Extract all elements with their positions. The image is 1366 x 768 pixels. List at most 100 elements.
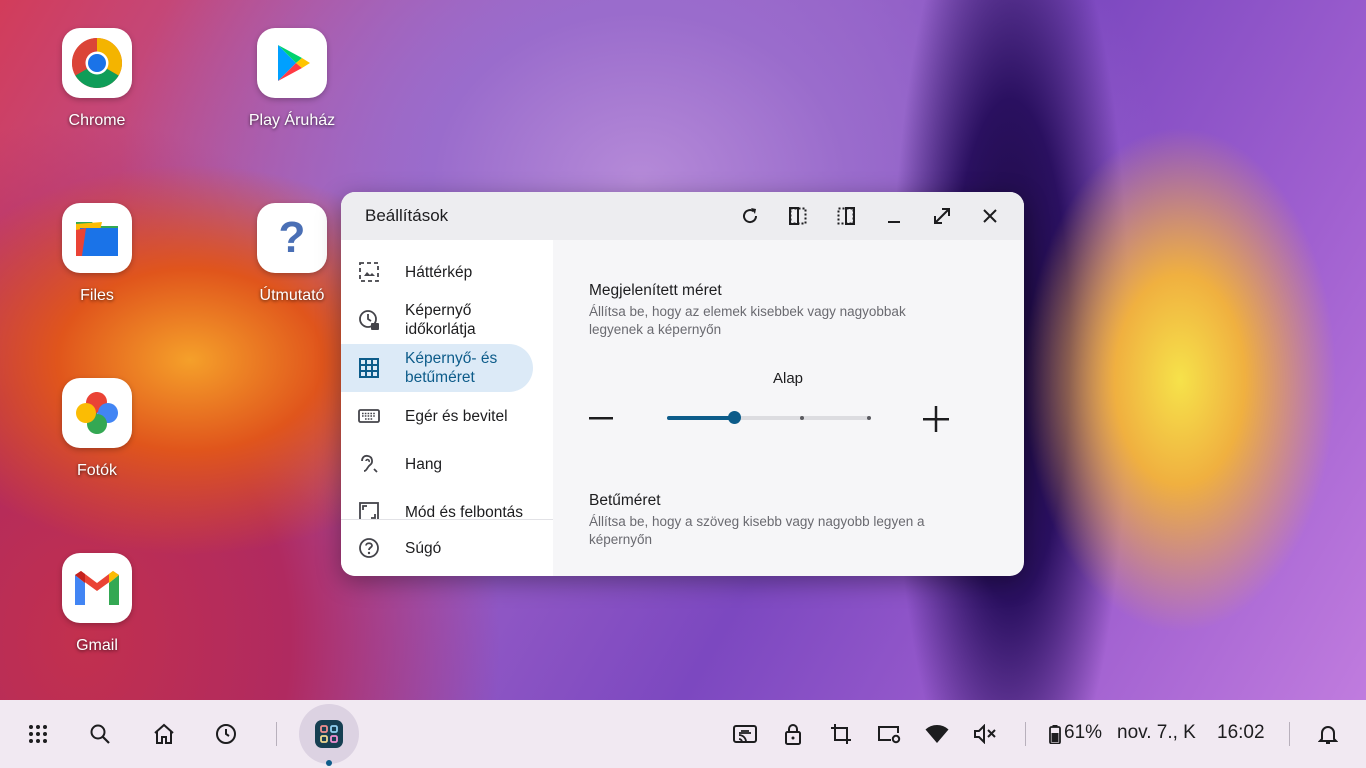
battery-icon [1049,725,1061,744]
grid-icon [357,356,381,380]
refresh-icon[interactable] [726,196,774,236]
search-button[interactable] [80,714,120,754]
screenshot-button[interactable] [821,714,861,754]
resolution-icon [357,500,381,519]
wallpaper-icon [357,260,381,284]
battery-percent: 61% [1064,722,1103,743]
minimize-icon[interactable] [870,196,918,236]
crop-icon [831,724,851,744]
home-icon [154,723,174,744]
maximize-icon[interactable] [918,196,966,236]
lock-icon [785,724,801,745]
window-title: Beállítások [365,206,449,225]
cast-icon [733,725,757,743]
display-size-track-fill [667,416,735,420]
sidebar-nav-list[interactable]: Háttérkép Képernyő időkorlátja Képernyő-… [341,240,553,519]
sidebar-item-resolution[interactable]: Mód és felbontás [341,488,533,519]
overview-button[interactable] [206,714,246,754]
wifi-button[interactable] [917,714,957,754]
sidebar-item-label: Képernyő időkorlátja [405,302,476,338]
sidebar-item-mouse-input[interactable]: Egér és bevitel [341,392,533,440]
desktop-icon-photos[interactable]: Fotók [37,378,157,480]
sidebar-item-label: Mód és felbontás [405,503,524,520]
display-size-value: Alap [772,370,804,387]
sidebar-item-label: Hang [405,455,443,473]
screen-time-icon [357,308,381,332]
taskbar-divider [276,722,277,746]
snap-left-icon[interactable] [774,196,822,236]
window-titlebar[interactable]: Beállítások [341,192,1024,240]
desktop-icon-label: Gmail [76,637,118,654]
desktop-icon-chrome[interactable]: Chrome [37,28,157,130]
settings-app-icon [315,720,343,748]
minus-icon [589,417,613,420]
lock-button[interactable] [773,714,813,754]
sidebar-item-display-size[interactable]: Képernyő- és betűméret [341,344,533,392]
close-icon[interactable] [966,196,1014,236]
sidebar-item-label: Háttérkép [405,263,473,281]
sound-icon [357,452,381,476]
desktop-icon-label: Play Áruház [248,112,336,129]
time-text: 16:02 [1217,722,1265,743]
increase-size-button[interactable] [923,406,949,432]
font-size-title: Betűméret [589,492,661,509]
desktop-icon-label: Fotók [76,462,117,479]
font-size-desc: Állítsa be, hogy a szöveg kisebb vagy na… [589,514,925,547]
clock-icon [216,724,236,744]
settings-window: Beállítások Háttérkép Képernyő időkorlát… [341,192,1024,576]
help-question-icon: ? [257,203,327,273]
search-icon [90,724,110,744]
settings-sidebar: Háttérkép Képernyő időkorlátja Képernyő-… [341,240,553,576]
taskbar-divider [1289,722,1290,746]
desktop-icon-label: Files [80,287,114,304]
plus-icon [923,406,949,432]
home-button[interactable] [144,714,184,754]
sidebar-item-label: Képernyő- és betűméret [405,350,498,386]
volume-muted-icon [974,724,996,744]
desktop-icon-files[interactable]: Files [37,203,157,305]
decrease-size-button[interactable] [589,406,613,430]
keyboard-icon [357,404,381,428]
desktop-icon-label: Chrome [68,112,126,129]
desktop-icon-guide[interactable]: ? Útmutató [232,203,352,305]
display-size-thumb[interactable] [727,411,741,424]
status-area[interactable]: 61% nov. 7., K 16:02 [1040,700,1280,768]
sidebar-item-label: Egér és bevitel [405,407,508,425]
taskbar: 61% nov. 7., K 16:02 [0,700,1366,768]
volume-button[interactable] [965,714,1005,754]
display-size-desc: Állítsa be, hogy az elemek kisebbek vagy… [589,304,906,337]
slider-tick [867,416,871,420]
window-controls [726,192,1014,240]
display-size-section: Megjelenített méret Állítsa be, hogy az … [589,282,959,339]
desktop-icon-play-store[interactable]: Play Áruház [232,28,352,130]
gmail-icon [62,553,132,623]
settings-app-button[interactable] [299,704,359,766]
notifications-button[interactable] [1308,714,1348,754]
display-settings-button[interactable] [869,714,909,754]
sidebar-divider [341,519,553,520]
settings-content: Megjelenített méret Állítsa be, hogy az … [589,240,1009,576]
running-indicator [326,760,332,766]
sidebar-item-screen-time[interactable]: Képernyő időkorlátja [341,296,533,344]
launcher-icon [29,725,47,743]
launcher-button[interactable] [18,714,58,754]
sidebar-item-help[interactable]: Súgó [341,524,533,572]
cast-button[interactable] [725,714,765,754]
taskbar-divider [1025,722,1026,746]
font-size-section: Betűméret Állítsa be, hogy a szöveg kise… [589,492,959,549]
help-icon [357,536,381,560]
sidebar-item-sound[interactable]: Hang [341,440,533,488]
chrome-icon [62,28,132,98]
wifi-icon [925,725,949,743]
sidebar-item-wallpaper[interactable]: Háttérkép [341,248,533,296]
sidebar-item-label: Súgó [405,539,442,557]
play-store-icon [257,28,327,98]
bell-icon [1318,726,1338,744]
photos-icon [62,378,132,448]
desktop-icon-label: Útmutató [259,287,325,304]
display-settings-icon [878,726,901,744]
files-icon [62,203,132,273]
snap-right-icon[interactable] [822,196,870,236]
desktop-icon-gmail[interactable]: Gmail [37,553,157,655]
slider-tick [799,416,804,420]
